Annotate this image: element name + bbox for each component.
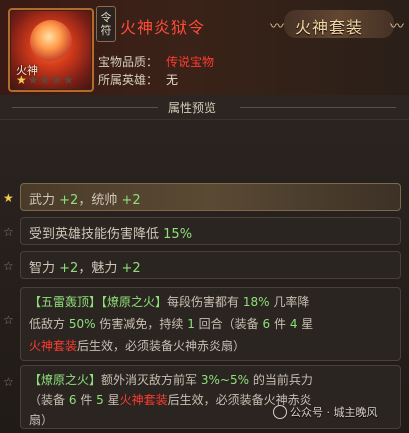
description-text: 额外消灭敌方前军 [101,373,198,387]
description-text: 几率降 [273,295,310,309]
description-value: 1 [187,317,195,331]
skill-description-line-3: 扇） [29,411,53,429]
skill-description-row: ☆ 【五雷轰顶】【燎原之火】每段伤害都有 18% 几率降 低敌方 50% 伤害减… [0,285,409,361]
attribute-row: ☆ 智力 +2，魅力 +2 [0,249,409,279]
attribute-line: 武力 +2，统帅 +2 [29,189,141,208]
section-title: 属性预览 [168,101,217,115]
description-value: 4 [289,317,298,331]
skill-name: 【燎原之火】 [29,373,102,387]
description-value: 6 [68,393,77,407]
attribute-row: ★ 武力 +2，统帅 +2 [0,181,409,211]
set-name: 火神套装 [119,393,168,407]
star-empty-icon: ★ [39,73,51,87]
description-value: 6 [262,317,271,331]
star-filled-icon: ★ [16,73,27,87]
item-type-tag-char-1: 令 [100,11,112,24]
attribute-value: +2 [121,193,141,208]
description-text: 星 [107,393,120,407]
item-type-tag: 令 符 [96,6,116,42]
description-value: 50% [68,317,96,331]
description-text: 件 [80,393,93,407]
attribute-value: +2 [121,261,141,276]
description-value: 3%~5% [200,373,249,387]
skill-name: 【五雷轰顶】 [29,295,102,309]
attribute-box: 武力 +2，统帅 +2 [20,183,401,211]
description-text: 低敌方 [29,317,66,331]
skill-description-box: 【五雷轰顶】【燎原之火】每段伤害都有 18% 几率降 低敌方 50% 伤害减免，… [20,287,401,361]
star-empty-icon: ★ [27,73,39,87]
description-text: 件 [273,317,286,331]
attribute-value: 15% [163,227,193,242]
skill-description-line-2: （装备 6 件 5 星火神套装后生效，必须装备火神赤炎 [29,391,312,409]
skill-description-line-1: 【五雷轰顶】【燎原之火】每段伤害都有 18% 几率降 [29,293,309,311]
fire-god-emblem-icon [30,20,72,62]
item-quality-label: 宝物品质： [98,55,159,69]
set-name: 火神套装 [29,339,78,353]
watermark: 公众号 · 城主晚风 [290,406,378,419]
description-text: 的当前兵力 [252,373,313,387]
item-owner-hero: 所属英雄： 无 [98,71,178,88]
section-divider-left [12,107,158,108]
section-divider-right [240,107,396,108]
wechat-icon [273,405,287,419]
star-empty-icon: ☆ [3,259,14,273]
attribute-text: 武力 [29,193,56,208]
description-text: （装备 [29,393,66,407]
star-empty-icon: ★ [63,73,74,87]
attribute-line: 智力 +2，魅力 +2 [29,257,141,276]
attribute-value: +2 [59,261,79,276]
attribute-preview-panel: 属性预览 ★ 武力 +2，统帅 +2 ☆ 受到英雄技能伤害降低 15% ☆ 智力 [0,95,409,433]
attribute-value: +2 [59,193,79,208]
skill-description-line-2: 低敌方 50% 伤害减免，持续 1 回合（装备 6 件 4 星 [29,315,313,333]
description-text: 回合（装备 [198,317,259,331]
item-hero-label: 所属英雄： [98,73,159,87]
description-text: 扇） [29,413,54,427]
cloud-ornament-left-icon: 〰 [270,19,284,35]
description-text: 星 [301,317,314,331]
attribute-row: ☆ 受到英雄技能伤害降低 15% [0,215,409,245]
description-value: 18% [242,295,270,309]
star-filled-icon: ★ [3,191,14,205]
star-empty-icon: ☆ [3,313,14,327]
skill-description-line-1: 【燎原之火】额外消灭敌方前军 3%~5% 的当前兵力 [29,371,313,389]
skill-description-row: ☆ 【燎原之火】额外消灭敌方前军 3%~5% 的当前兵力 （装备 6 件 5 星… [0,363,409,431]
attribute-text: ，魅力 [78,261,118,276]
description-text: 每段伤害都有 [167,295,240,309]
attribute-box: 受到英雄技能伤害降低 15% [20,217,401,245]
star-empty-icon: ☆ [3,225,14,239]
star-empty-icon: ☆ [3,375,14,389]
section-header: 属性预览 [0,95,409,120]
attribute-box: 智力 +2，魅力 +2 [20,251,401,279]
item-quality: 宝物品质： 传说宝物 [98,53,214,70]
attribute-text: ，统帅 [78,193,118,208]
attribute-text: 智力 [29,261,56,276]
cloud-ornament-right-icon: 〰 [390,19,404,35]
item-type-tag-char-2: 符 [100,24,112,37]
attribute-text: 受到英雄技能伤害降低 [29,227,160,242]
set-banner: 〰 火神套装 〰 [270,4,406,44]
item-header: 火神 ★ ★ ★ ★ ★ 令 符 火神炎狱令 宝物品质： 传说宝物 所属英雄：无 … [0,0,409,96]
item-thumbnail[interactable]: 火神 ★ ★ ★ ★ ★ [8,8,94,92]
item-quality-value: 传说宝物 [166,55,215,69]
item-hero-value: 无 [166,73,179,87]
description-value: 5 [96,393,104,407]
description-text: 后生效，必须装备火神赤炎扇） [77,339,246,353]
item-title: 火神炎狱令 [120,18,206,37]
star-empty-icon: ★ [51,73,63,87]
skill-description-line-3: 火神套装后生效，必须装备火神赤炎扇） [29,337,245,355]
description-text: 伤害减免，持续 [99,317,184,331]
set-banner-label: 火神套装 [295,18,364,37]
item-stars: ★ ★ ★ ★ ★ [16,74,74,86]
attribute-line: 受到英雄技能伤害降低 15% [29,223,192,242]
skill-name: 【燎原之火】 [101,295,168,309]
